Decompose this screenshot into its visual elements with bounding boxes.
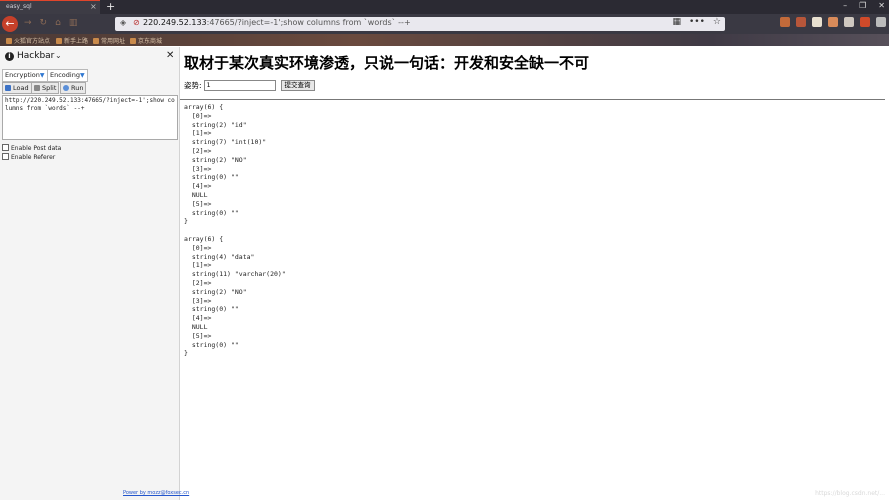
close-window-icon[interactable]: ✕ <box>878 1 885 10</box>
window-controls: – ❐ ✕ <box>843 1 885 10</box>
enable-post-checkbox[interactable]: Enable Post data <box>2 144 61 152</box>
tab-bar: easy_sql × + – ❐ ✕ <box>0 0 889 14</box>
inject-form: 姿势: 1 提交查询 <box>184 80 315 91</box>
bookmark-item[interactable]: 火狐官方站点 <box>6 36 50 45</box>
bookmark-item[interactable]: 新手上路 <box>56 36 88 45</box>
toolbar-extensions <box>780 17 886 27</box>
url-path: :47665/?inject=-1';show columns from `wo… <box>206 18 411 27</box>
run-label: Run <box>71 84 84 92</box>
hackbar-header: i Hackbar ⌄ ✕ <box>0 47 180 67</box>
result-dump-1: array(6) { [0]=> string(2) "id" [1]=> st… <box>184 103 267 226</box>
nav-buttons: → ↻ ⌂ ▥ <box>24 18 77 28</box>
shield-icon[interactable]: ◈ <box>120 18 126 27</box>
encoding-label: Encoding <box>50 71 80 79</box>
form-label: 姿势: <box>184 81 202 90</box>
submit-button[interactable]: 提交查询 <box>280 80 315 91</box>
extension-icon[interactable] <box>828 17 838 27</box>
page-actions-icon[interactable]: ••• <box>689 17 705 27</box>
page-content: 取材于某次真实环境渗透，只说一句话：开发和安全缺一不可 姿势: 1 提交查询 a… <box>180 47 889 500</box>
checkbox-icon[interactable] <box>2 144 9 151</box>
bookmark-label: 京东商城 <box>138 38 163 45</box>
encryption-label: Encryption <box>5 71 40 79</box>
load-label: Load <box>13 84 29 92</box>
url-host: 220.249.52.133 <box>143 18 207 27</box>
bookmark-icon <box>56 38 62 44</box>
close-icon[interactable]: ✕ <box>166 50 174 61</box>
divider <box>180 99 885 100</box>
split-label: Split <box>42 84 57 92</box>
page-title: 取材于某次真实环境渗透，只说一句话：开发和安全缺一不可 <box>184 54 590 72</box>
url-actions: ▦ ••• ☆ <box>672 17 721 27</box>
hackbar-title[interactable]: Hackbar <box>17 51 54 61</box>
chevron-down-icon[interactable]: ⌄ <box>55 51 62 60</box>
bookmark-item[interactable]: 京东商城 <box>130 36 162 45</box>
enable-referer-label: Enable Referer <box>11 154 56 161</box>
back-icon[interactable]: ← <box>2 16 18 32</box>
extension-icon[interactable] <box>812 17 822 27</box>
inject-input[interactable]: 1 <box>203 80 276 91</box>
run-icon <box>63 85 69 91</box>
extension-icon[interactable] <box>780 17 790 27</box>
bookmark-label: 火狐官方站点 <box>14 38 51 45</box>
url-bar[interactable]: ◈ ⊘ 220.249.52.133:47665/?inject=-1';sho… <box>115 17 725 31</box>
info-icon: i <box>5 52 14 61</box>
tab-active[interactable]: easy_sql × <box>0 0 100 14</box>
encoding-dropdown[interactable]: Encoding▼ <box>47 69 88 82</box>
load-icon <box>5 85 11 91</box>
load-button[interactable]: Load <box>2 82 32 94</box>
minimize-icon[interactable]: – <box>843 1 847 10</box>
dropdown-arrow-icon: ▼ <box>39 72 45 79</box>
library-icon[interactable]: ▥ <box>69 18 78 28</box>
extension-icon[interactable] <box>860 17 870 27</box>
run-button[interactable]: Run <box>60 82 87 94</box>
bookmark-icon <box>130 38 136 44</box>
bookmark-icon <box>93 38 99 44</box>
bookmark-item[interactable]: 常用网址 <box>93 36 125 45</box>
maximize-icon[interactable]: ❐ <box>859 1 866 10</box>
tab-title: easy_sql <box>6 3 32 10</box>
undo-icon[interactable] <box>844 17 854 27</box>
qr-icon[interactable]: ▦ <box>672 17 681 27</box>
checkbox-icon[interactable] <box>2 153 9 160</box>
home-icon[interactable]: ⌂ <box>55 18 61 28</box>
bookmark-label: 常用网址 <box>101 38 126 45</box>
new-tab-icon[interactable]: + <box>106 0 115 13</box>
result-dump-2: array(6) { [0]=> string(4) "data" [1]=> … <box>184 235 286 358</box>
url-text[interactable]: 220.249.52.133:47665/?inject=-1';show co… <box>143 18 411 27</box>
insecure-lock-icon[interactable]: ⊘ <box>133 18 140 27</box>
extension-icon[interactable] <box>796 17 806 27</box>
bookmarks-bar: 火狐官方站点 新手上路 常用网址 京东商城 <box>0 34 889 46</box>
menu-icon[interactable] <box>876 17 886 27</box>
reload-icon[interactable]: ↻ <box>40 18 48 28</box>
split-button[interactable]: Split <box>31 82 60 94</box>
forward-icon[interactable]: → <box>24 18 32 28</box>
bookmark-star-icon[interactable]: ☆ <box>713 17 721 27</box>
hackbar-sidebar: i Hackbar ⌄ ✕ Encryption▼ Encoding▼ Load… <box>0 47 189 500</box>
hackbar-url-textarea[interactable]: http://220.249.52.133:47665/?inject=-1';… <box>2 95 178 140</box>
bookmark-label: 新手上路 <box>64 38 89 45</box>
enable-post-label: Enable Post data <box>11 145 62 152</box>
enable-referer-checkbox[interactable]: Enable Referer <box>2 153 55 161</box>
dropdown-arrow-icon: ▼ <box>79 72 85 79</box>
watermark: https://blog.csdn.net/... <box>815 490 885 497</box>
navigation-bar: ← → ↻ ⌂ ▥ ◈ ⊘ 220.249.52.133:47665/?inje… <box>0 14 889 34</box>
split-icon <box>34 85 40 91</box>
tab-close-icon[interactable]: × <box>90 2 97 11</box>
encryption-dropdown[interactable]: Encryption▼ <box>2 69 48 82</box>
bookmark-icon <box>6 38 12 44</box>
